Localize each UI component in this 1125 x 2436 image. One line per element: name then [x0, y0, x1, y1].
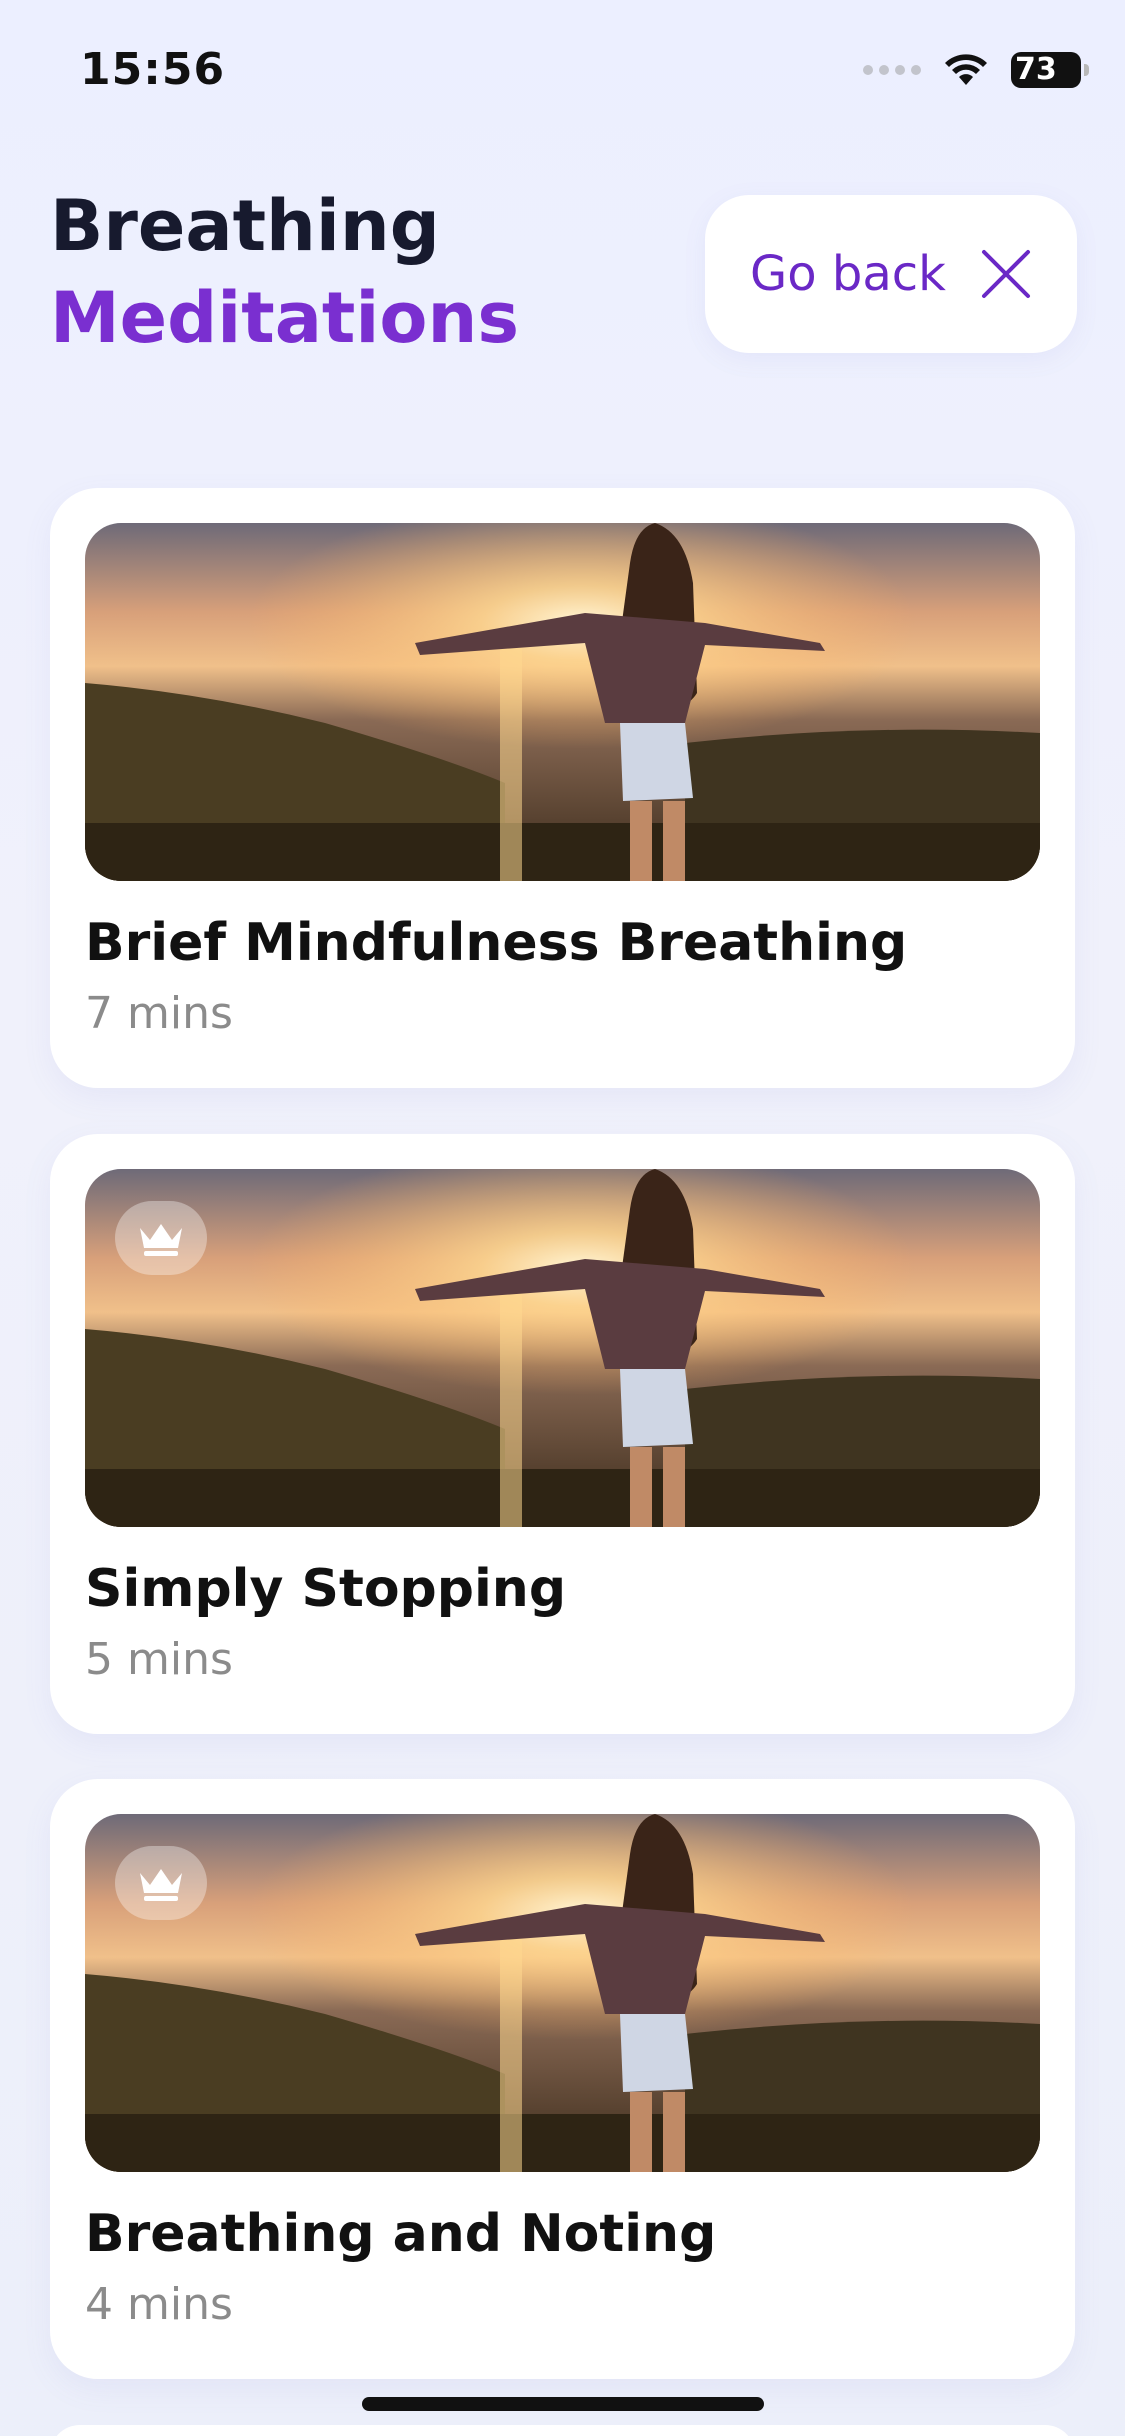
go-back-label: Go back	[750, 246, 946, 302]
meditation-duration: 5 mins	[85, 1634, 233, 1685]
meditation-thumbnail	[85, 1169, 1040, 1527]
meditation-list-screen: 15:56 73 Breathing Meditations Go back B…	[0, 0, 1125, 2436]
status-indicators: 73	[863, 48, 1089, 92]
crown-icon	[140, 1224, 182, 1256]
cellular-signal-icon	[863, 65, 921, 75]
page-header: Breathing Meditations Go back	[50, 185, 1077, 365]
meditation-duration: 4 mins	[85, 2279, 233, 2330]
meditation-duration: 7 mins	[85, 988, 233, 1039]
crown-icon	[140, 1869, 182, 1901]
battery-icon: 73	[1011, 52, 1089, 88]
wifi-icon	[945, 54, 987, 85]
meditation-card[interactable]: Brief Mindfulness Breathing 7 mins	[50, 488, 1075, 1088]
meditation-thumbnail	[85, 1814, 1040, 2172]
status-bar: 15:56 73	[0, 0, 1125, 140]
meditation-title: Breathing and Noting	[85, 2204, 717, 2264]
page-subtitle: Meditations	[50, 277, 519, 359]
meditation-card[interactable]: Breathing and Noting 4 mins	[50, 1779, 1075, 2379]
battery-level: 73	[1015, 52, 1057, 87]
premium-badge	[115, 1201, 207, 1275]
status-time: 15:56	[80, 44, 226, 95]
meditation-card-peek[interactable]	[50, 2425, 1075, 2436]
meditation-card[interactable]: Simply Stopping 5 mins	[50, 1134, 1075, 1734]
meditation-thumbnail	[85, 523, 1040, 881]
meditation-title: Simply Stopping	[85, 1559, 567, 1619]
close-icon	[981, 250, 1030, 298]
premium-badge	[115, 1846, 207, 1920]
meditation-title: Brief Mindfulness Breathing	[85, 913, 908, 973]
go-back-button[interactable]: Go back	[705, 195, 1077, 353]
home-indicator[interactable]	[362, 2397, 764, 2411]
page-title: Breathing	[50, 185, 440, 267]
